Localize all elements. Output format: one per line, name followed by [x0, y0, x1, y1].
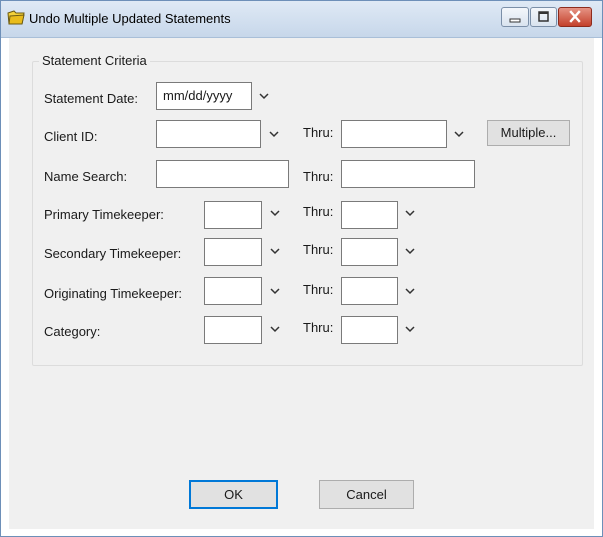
chevron-down-icon[interactable]: [405, 247, 415, 255]
secondary-thru-label: Thru:: [303, 242, 334, 257]
category-label: Category:: [44, 324, 101, 339]
dialog-body: Statement Criteria Statement Date: mm/dd…: [9, 38, 594, 529]
maximize-button[interactable]: [530, 7, 557, 27]
multiple-button[interactable]: Multiple...: [487, 120, 570, 146]
chevron-down-icon[interactable]: [269, 130, 279, 138]
minimize-button[interactable]: [501, 7, 529, 27]
primary-timekeeper-field[interactable]: [204, 201, 262, 229]
category-field[interactable]: [204, 316, 262, 344]
secondary-timekeeper-label: Secondary Timekeeper:: [44, 246, 182, 261]
chevron-down-icon[interactable]: [270, 287, 280, 295]
close-button[interactable]: [558, 7, 592, 27]
name-thru-label: Thru:: [303, 169, 334, 184]
primary-timekeeper-label: Primary Timekeeper:: [44, 207, 164, 222]
name-search-label: Name Search:: [44, 169, 128, 184]
client-thru-field[interactable]: [341, 120, 447, 148]
chevron-down-icon[interactable]: [454, 130, 464, 138]
secondary-timekeeper-field[interactable]: [204, 238, 262, 266]
originating-thru-field[interactable]: [341, 277, 398, 305]
maximize-icon: [538, 11, 549, 22]
chevron-down-icon[interactable]: [405, 209, 415, 217]
statement-date-label: Statement Date:: [44, 91, 138, 106]
ok-button[interactable]: OK: [189, 480, 278, 509]
chevron-down-icon[interactable]: [270, 325, 280, 333]
chevron-down-icon[interactable]: [405, 287, 415, 295]
name-search-field[interactable]: [156, 160, 289, 188]
folder-icon: [7, 10, 25, 25]
category-thru-field[interactable]: [341, 316, 398, 344]
chevron-down-icon[interactable]: [270, 247, 280, 255]
client-thru-label: Thru:: [303, 125, 334, 140]
primary-thru-label: Thru:: [303, 204, 334, 219]
title-bar[interactable]: Undo Multiple Updated Statements: [1, 1, 602, 38]
client-id-field[interactable]: [156, 120, 261, 148]
originating-thru-label: Thru:: [303, 282, 334, 297]
primary-thru-field[interactable]: [341, 201, 398, 229]
minimize-icon: [509, 18, 521, 23]
group-title: Statement Criteria: [39, 53, 150, 68]
cancel-button[interactable]: Cancel: [319, 480, 414, 509]
chevron-down-icon[interactable]: [259, 92, 269, 100]
originating-timekeeper-label: Originating Timekeeper:: [44, 286, 183, 301]
chevron-down-icon[interactable]: [405, 325, 415, 333]
secondary-thru-field[interactable]: [341, 238, 398, 266]
close-icon: [569, 10, 581, 23]
dialog-window: Undo Multiple Updated Statements Stateme…: [0, 0, 603, 537]
originating-timekeeper-field[interactable]: [204, 277, 262, 305]
name-thru-field[interactable]: [341, 160, 475, 188]
chevron-down-icon[interactable]: [270, 209, 280, 217]
client-id-label: Client ID:: [44, 129, 98, 144]
window-title: Undo Multiple Updated Statements: [29, 11, 231, 26]
statement-date-field[interactable]: mm/dd/yyyy: [156, 82, 252, 110]
category-thru-label: Thru:: [303, 320, 334, 335]
